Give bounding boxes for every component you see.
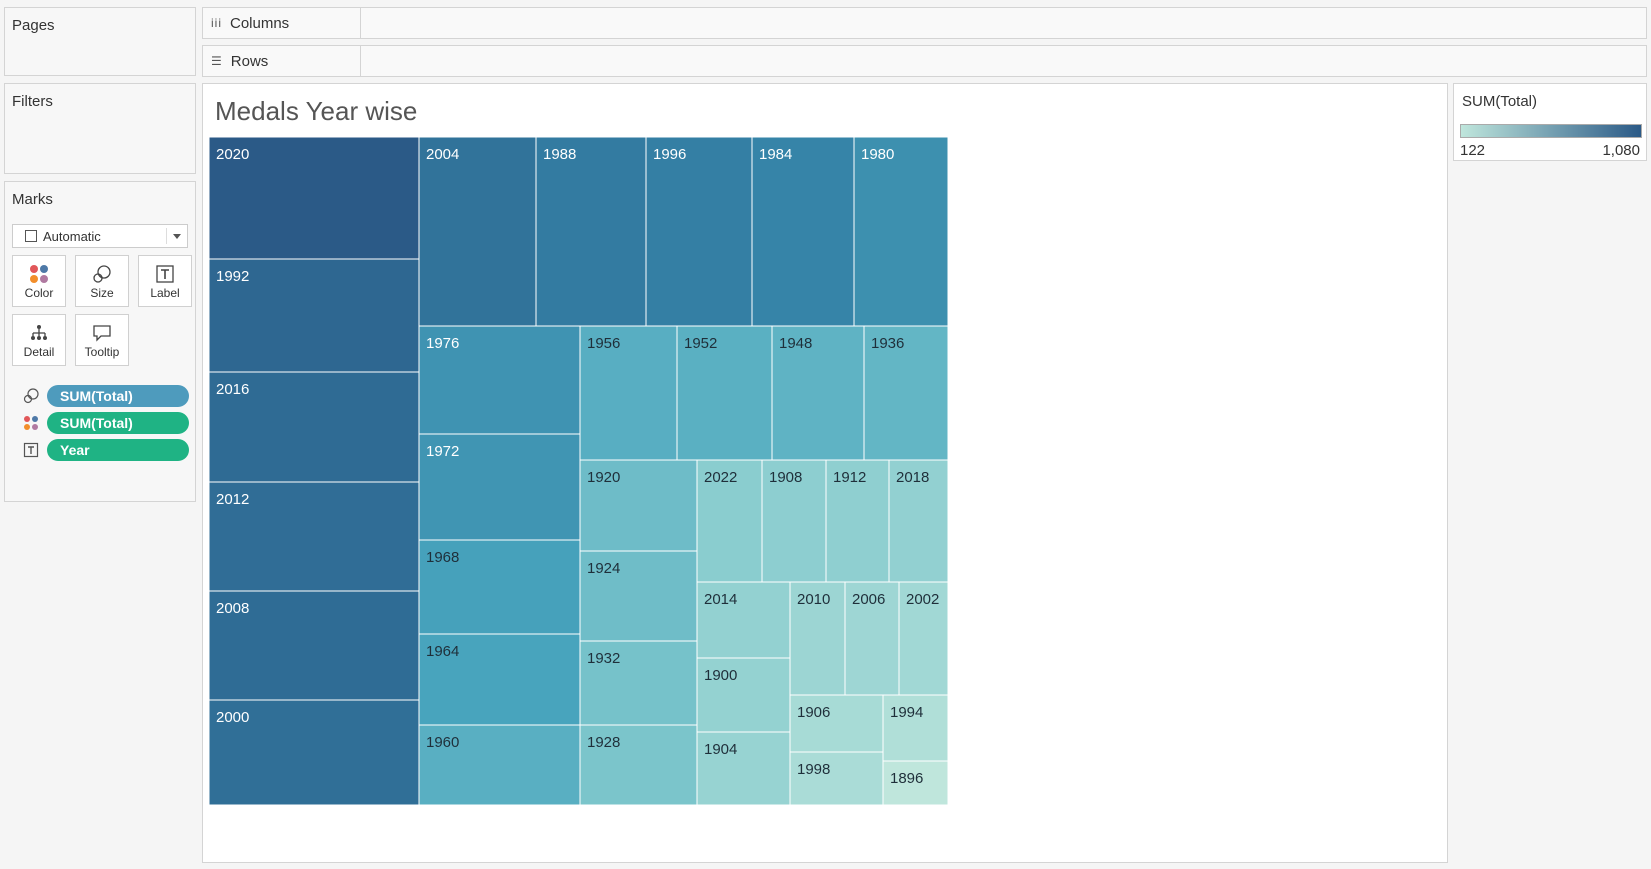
- treemap-label-1960: 1960: [426, 734, 459, 751]
- treemap-cell-1998[interactable]: [789, 751, 884, 806]
- treemap-cell-1988[interactable]: [535, 136, 647, 327]
- treemap-label-1996: 1996: [653, 146, 686, 163]
- treemap-label-2014: 2014: [704, 591, 737, 608]
- treemap-label-1900: 1900: [704, 667, 737, 684]
- mark-type-square-icon: [25, 230, 37, 242]
- size-pill[interactable]: SUM(Total): [47, 385, 189, 407]
- treemap-label-1964: 1964: [426, 643, 459, 660]
- label-icon: [23, 442, 39, 458]
- treemap-label-1920: 1920: [587, 469, 620, 486]
- treemap-label-1968: 1968: [426, 549, 459, 566]
- treemap-label-2020: 2020: [216, 146, 249, 163]
- tooltip-icon: [93, 325, 111, 342]
- mark-type-value: Automatic: [43, 228, 101, 244]
- color-label: Color: [24, 286, 54, 300]
- treemap-label-1992: 1992: [216, 268, 249, 285]
- filters-title: Filters: [12, 93, 53, 110]
- size-button[interactable]: Size: [75, 255, 129, 307]
- detail-button[interactable]: Detail: [12, 314, 66, 366]
- label-button[interactable]: Label: [138, 255, 192, 307]
- detail-icon: [31, 325, 47, 340]
- treemap-cell-1984[interactable]: [751, 136, 855, 327]
- columns-label: Columns: [230, 14, 290, 32]
- pill-row-color: SUM(Total): [23, 412, 193, 434]
- legend-max: 1,080: [1602, 142, 1640, 159]
- treemap-label-2022: 2022: [704, 469, 737, 486]
- color-pill[interactable]: SUM(Total): [47, 412, 189, 434]
- treemap-label-1906: 1906: [797, 704, 830, 721]
- treemap-cell-1980[interactable]: [853, 136, 949, 327]
- size-icon: [93, 265, 111, 283]
- treemap-label-2018: 2018: [896, 469, 929, 486]
- treemap-label-1948: 1948: [779, 335, 812, 352]
- rows-icon: ☰: [211, 54, 223, 68]
- treemap-label-2000: 2000: [216, 709, 249, 726]
- treemap-label-2010: 2010: [797, 591, 830, 608]
- label-label: Label: [150, 286, 180, 300]
- chevron-down-icon: [173, 234, 181, 239]
- color-icon: [30, 265, 48, 283]
- treemap-label-1956: 1956: [587, 335, 620, 352]
- treemap-label-2002: 2002: [906, 591, 939, 608]
- size-label: Size: [90, 286, 114, 300]
- rows-shelf[interactable]: ☰ Rows: [202, 45, 1647, 77]
- year-pill[interactable]: Year: [47, 439, 189, 461]
- treemap-label-1952: 1952: [684, 335, 717, 352]
- label-icon: [156, 265, 174, 283]
- rows-label: Rows: [230, 52, 269, 70]
- legend-min: 122: [1460, 142, 1486, 159]
- treemap-label-1998: 1998: [797, 761, 830, 778]
- tooltip-button[interactable]: Tooltip: [75, 314, 129, 366]
- detail-label: Detail: [23, 345, 55, 359]
- pill-row-size: SUM(Total): [23, 385, 193, 407]
- legend-gradient: [1460, 124, 1642, 138]
- treemap-cell-1996[interactable]: [645, 136, 753, 327]
- columns-shelf[interactable]: iii Columns: [202, 7, 1647, 39]
- treemap-label-1980: 1980: [861, 146, 894, 163]
- treemap-label-1972: 1972: [426, 443, 459, 460]
- treemap-label-1988: 1988: [543, 146, 576, 163]
- size-icon: [23, 388, 39, 404]
- treemap-label-1904: 1904: [704, 741, 737, 758]
- treemap-label-1936: 1936: [871, 335, 904, 352]
- marks-card: Marks Automatic Color Size Label Detail …: [4, 181, 196, 502]
- treemap-label-1932: 1932: [587, 650, 620, 667]
- treemap-label-1924: 1924: [587, 560, 620, 577]
- treemap-label-1984: 1984: [759, 146, 792, 163]
- treemap-label-1896: 1896: [890, 770, 923, 787]
- treemap-label-2004: 2004: [426, 146, 459, 163]
- treemap-chart: 2020 1992 2016 2012 2008 2000 2004 1988 1996 1984…: [208, 136, 949, 806]
- filters-card[interactable]: Filters: [4, 83, 196, 174]
- treemap-label-2008: 2008: [216, 600, 249, 617]
- treemap-cell-2004[interactable]: [418, 136, 537, 327]
- marks-title: Marks: [12, 191, 53, 208]
- columns-icon: iii: [211, 16, 222, 30]
- treemap-label-1912: 1912: [833, 469, 866, 486]
- color-icon: [24, 416, 38, 430]
- tooltip-label: Tooltip: [84, 345, 120, 359]
- treemap-label-2006: 2006: [852, 591, 885, 608]
- treemap-label-2016: 2016: [216, 381, 249, 398]
- pages-card[interactable]: Pages: [4, 7, 196, 76]
- pill-row-label: Year: [23, 439, 193, 461]
- treemap-label-2012: 2012: [216, 491, 249, 508]
- mark-type-dropdown[interactable]: Automatic: [12, 224, 188, 248]
- treemap-label-1976: 1976: [426, 335, 459, 352]
- treemap-label-1994: 1994: [890, 704, 923, 721]
- legend-title: SUM(Total): [1462, 93, 1538, 110]
- treemap-label-1928: 1928: [587, 734, 620, 751]
- pages-title: Pages: [12, 17, 55, 34]
- color-legend[interactable]: SUM(Total) 122 1,080: [1453, 83, 1647, 161]
- worksheet-view[interactable]: Medals Year wise 2020 1992 2016 2012 2008 200…: [202, 83, 1448, 863]
- treemap-label-1908: 1908: [769, 469, 802, 486]
- color-button[interactable]: Color: [12, 255, 66, 307]
